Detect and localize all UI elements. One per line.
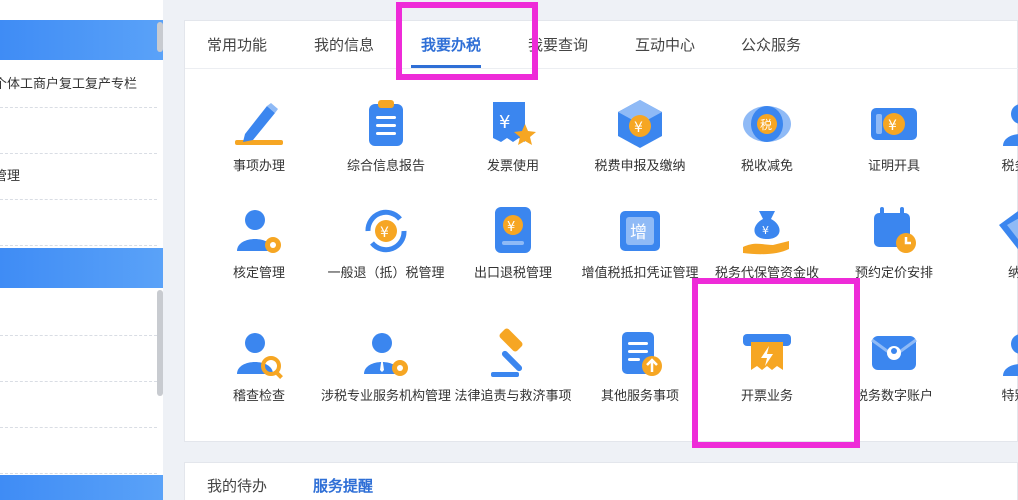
sidebar-item[interactable] xyxy=(0,382,157,428)
service-item-label: 发票使用 xyxy=(486,159,539,174)
tab-query[interactable]: 我要查询 xyxy=(528,21,588,69)
service-item-matters[interactable]: 事项办理 xyxy=(189,96,329,176)
service-item-other-services[interactable]: 其他服务事项 xyxy=(570,326,710,406)
vat-ticket-icon: 增 xyxy=(612,203,668,259)
tab-my-info[interactable]: 我的信息 xyxy=(314,21,374,69)
service-item-label: 事项办理 xyxy=(232,159,285,174)
service-item-label: 稽查检查 xyxy=(232,389,285,404)
box-yuan-icon: ¥ xyxy=(612,96,668,152)
service-item-label: 开票业务 xyxy=(740,389,793,404)
svg-text:¥: ¥ xyxy=(888,118,897,134)
export-yuan-icon: ¥ xyxy=(485,203,541,259)
service-item-tax-admin[interactable]: 税务行 xyxy=(951,96,1018,176)
service-item-label: 预约定价安排 xyxy=(854,266,933,281)
svg-text:¥: ¥ xyxy=(499,112,510,133)
service-item-info-report[interactable]: 综合信息报告 xyxy=(316,96,456,176)
service-item-label: 涉税专业服务机构管理 xyxy=(320,389,451,404)
service-item-label: 特别纳 xyxy=(1001,389,1018,404)
service-item-legal-remedy[interactable]: 法律追责与救济事项 xyxy=(443,326,583,406)
service-item-label: 出口退税管理 xyxy=(473,266,552,281)
sidebar-item-label: 管理 xyxy=(0,169,21,184)
gavel-icon xyxy=(485,326,541,382)
tab-bar: 常用功能 我的信息 我要办税 我要查询 互动中心 公众服务 xyxy=(185,21,1018,69)
service-item-assessment[interactable]: 核定管理 xyxy=(189,203,329,283)
user-gear-icon xyxy=(231,203,287,259)
service-item-label: 增值税抵扣凭证管理 xyxy=(581,266,699,281)
pencil-icon xyxy=(231,96,287,152)
service-item-label: 证明开具 xyxy=(867,159,920,174)
tab-tax-handling[interactable]: 我要办税 xyxy=(421,21,481,69)
sidebar-item-label: 个体工商户复工复产专栏 xyxy=(0,77,138,92)
clipboard-icon xyxy=(358,96,414,152)
service-item-label: 核定管理 xyxy=(232,266,285,281)
service-item-vat-deduction[interactable]: 增 增值税抵扣凭证管理 xyxy=(570,203,710,283)
svg-text:¥: ¥ xyxy=(762,224,769,237)
sidebar-scrollbar[interactable] xyxy=(157,22,163,52)
service-item-label: 综合信息报告 xyxy=(346,159,425,174)
tab-my-todos[interactable]: 我的待办 xyxy=(207,475,267,496)
money-bag-hand-icon: ¥ xyxy=(739,203,795,259)
person-icon xyxy=(993,326,1018,382)
service-item-certificate[interactable]: ¥ 证明开具 xyxy=(824,96,964,176)
service-item-label: 税务代保管资金收 xyxy=(714,266,819,281)
sidebar-item[interactable] xyxy=(0,428,157,474)
service-item-label: 税收减免 xyxy=(740,159,793,174)
sidebar-item[interactable] xyxy=(0,336,157,382)
service-item-invoicing[interactable]: 开票业务 xyxy=(697,326,837,406)
inspector-icon xyxy=(231,326,287,382)
service-item-label: 税务数字账户 xyxy=(854,389,933,404)
diamond-icon xyxy=(993,203,1018,259)
reminders-panel: 我的待办 服务提醒 xyxy=(184,462,1018,500)
service-item-pricing-arrangement[interactable]: 预约定价安排 xyxy=(824,203,964,283)
sidebar-section-header[interactable] xyxy=(0,475,163,500)
service-item-label: 法律追责与救济事项 xyxy=(454,389,572,404)
digital-account-icon xyxy=(866,326,922,382)
sidebar-section-header[interactable] xyxy=(0,248,163,288)
service-item-label: 纳税 xyxy=(1007,266,1018,281)
refund-yuan-icon: ¥ xyxy=(358,203,414,259)
tax-coin-icon: 税 xyxy=(739,96,795,152)
tab-public-services[interactable]: 公众服务 xyxy=(741,21,801,69)
service-item-invoice-use[interactable]: ¥ 发票使用 xyxy=(443,96,583,176)
sidebar-item-management[interactable]: 管理 xyxy=(0,154,157,200)
person-icon xyxy=(993,96,1018,152)
service-item-label: 一般退（抵）税管理 xyxy=(327,266,445,281)
svg-text:¥: ¥ xyxy=(507,220,515,235)
active-tab-indicator xyxy=(411,65,481,68)
ticket-yuan-icon: ¥ xyxy=(866,96,922,152)
tab-interaction-center[interactable]: 互动中心 xyxy=(635,21,695,69)
service-item-refund[interactable]: ¥ 一般退（抵）税管理 xyxy=(316,203,456,283)
sidebar-scrollbar[interactable] xyxy=(157,290,163,396)
service-item-tax-reduction[interactable]: 税 税收减免 xyxy=(697,96,837,176)
sidebar-section-header[interactable] xyxy=(0,20,163,60)
service-item-label: 税费申报及缴纳 xyxy=(594,159,686,174)
service-item-export-refund[interactable]: ¥ 出口退税管理 xyxy=(443,203,583,283)
service-item-declare-pay[interactable]: ¥ 税费申报及缴纳 xyxy=(570,96,710,176)
service-item-special-tax[interactable]: 特别纳 xyxy=(951,326,1018,406)
service-item-label: 税务行 xyxy=(1001,159,1018,174)
svg-text:税: 税 xyxy=(760,118,772,132)
sidebar-item-resume-work[interactable]: 个体工商户复工复产专栏 xyxy=(0,62,157,108)
left-sidebar: 个体工商户复工复产专栏 管理 xyxy=(0,0,163,500)
service-item-digital-account[interactable]: 税务数字账户 xyxy=(824,326,964,406)
agent-gear-icon xyxy=(358,326,414,382)
svg-text:¥: ¥ xyxy=(634,120,643,136)
service-item-taxpayer[interactable]: 纳税 xyxy=(951,203,1018,283)
svg-text:¥: ¥ xyxy=(380,225,389,241)
tab-common-functions[interactable]: 常用功能 xyxy=(207,21,267,69)
service-item-label: 其他服务事项 xyxy=(600,389,679,404)
sidebar-item[interactable] xyxy=(0,290,157,336)
tax-services-panel: 常用功能 我的信息 我要办税 我要查询 互动中心 公众服务 事项办理 综合信息报… xyxy=(184,20,1018,442)
sidebar-item[interactable] xyxy=(0,108,157,154)
service-item-custody-funds[interactable]: ¥ 税务代保管资金收 xyxy=(697,203,837,283)
svg-text:增: 增 xyxy=(630,223,647,243)
invoice-star-icon: ¥ xyxy=(485,96,541,152)
invoice-printer-icon xyxy=(739,326,795,382)
service-item-tax-agency[interactable]: 涉税专业服务机构管理 xyxy=(316,326,456,406)
service-item-audit-inspection[interactable]: 稽查检查 xyxy=(189,326,329,406)
calendar-clock-icon xyxy=(866,203,922,259)
tab-service-reminders[interactable]: 服务提醒 xyxy=(313,475,373,496)
sidebar-item[interactable] xyxy=(0,200,157,246)
document-upload-icon xyxy=(612,326,668,382)
